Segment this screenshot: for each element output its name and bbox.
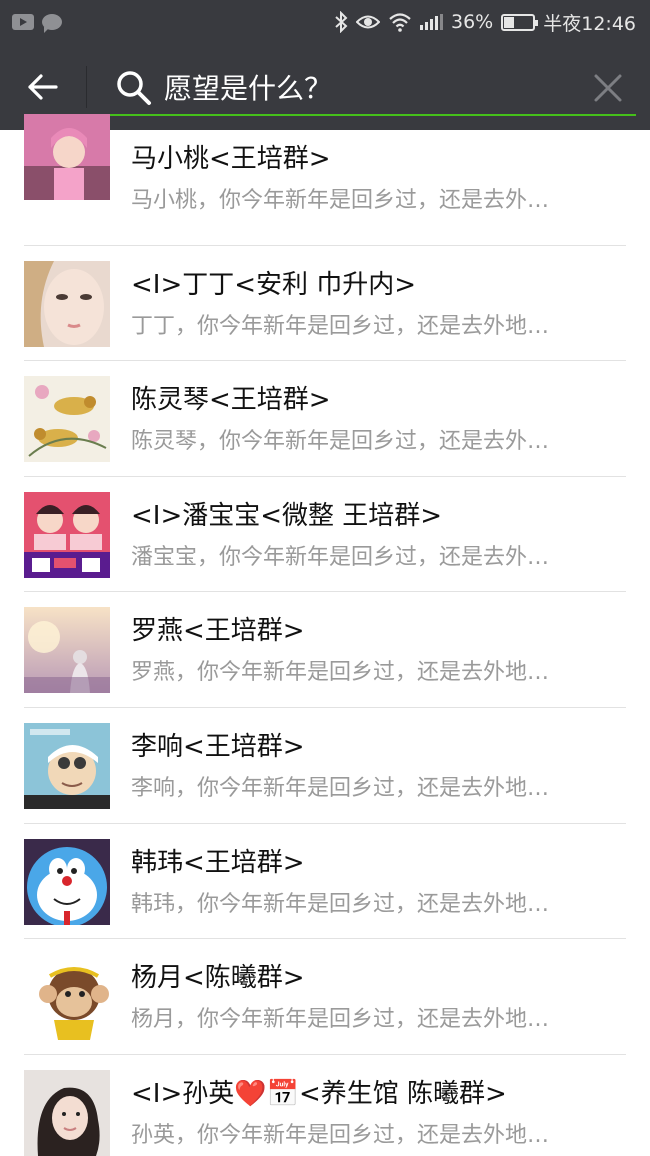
avatar-doraemon	[24, 838, 110, 925]
eye-comfort-icon	[356, 15, 380, 29]
avatar-woman-photo	[24, 1069, 110, 1156]
result-item[interactable]: <I>孙英❤️📅<养生馆 陈曦群> 孙英，你今年新年是回乡过，还是去外地…	[0, 1055, 650, 1156]
result-title: 陈灵琴<王培群>	[131, 385, 331, 416]
wifi-icon	[389, 13, 411, 32]
result-item[interactable]: 李响<王培群> 李响，你今年新年是回乡过，还是去外地…	[0, 708, 650, 824]
bluetooth-icon	[335, 11, 348, 33]
result-title: 马小桃<王培群>	[131, 144, 331, 174]
result-snippet: 罗燕，你今年新年是回乡过，还是去外地…	[131, 660, 550, 686]
clear-search-icon[interactable]	[592, 72, 624, 104]
result-item[interactable]: <I>潘宝宝<微整 王培群> 潘宝宝，你今年新年是回乡过，还是去外…	[0, 477, 650, 593]
avatar-micro-beauty-poster	[24, 491, 110, 578]
result-item[interactable]: 罗燕<王培群> 罗燕，你今年新年是回乡过，还是去外地…	[0, 592, 650, 708]
result-item[interactable]: 杨月<陈曦群> 杨月，你今年新年是回乡过，还是去外地…	[0, 939, 650, 1055]
result-item[interactable]: 陈灵琴<王培群> 陈灵琴，你今年新年是回乡过，还是去外…	[0, 361, 650, 477]
battery-percent: 36%	[451, 11, 494, 33]
avatar-girl-face	[24, 260, 110, 347]
avatar-monkey-cartoon	[24, 954, 110, 1041]
result-snippet: 李响，你今年新年是回乡过，还是去外地…	[131, 775, 550, 801]
chat-notification-icon	[42, 14, 62, 33]
header-divider	[86, 66, 87, 108]
result-item[interactable]: <I>丁丁<安利 巾升内> 丁丁，你今年新年是回乡过，还是去外地…	[0, 246, 650, 362]
result-snippet: 孙英，你今年新年是回乡过，还是去外地…	[131, 1122, 550, 1148]
battery-level	[504, 16, 515, 28]
avatar-swimmer-cartoon	[24, 722, 110, 809]
result-item[interactable]: 马小桃<王培群> 马小桃，你今年新年是回乡过，还是去外…	[0, 114, 650, 246]
status-indicators: 36% 半夜12:46	[334, 8, 636, 36]
result-title: 杨月<陈曦群>	[131, 963, 305, 994]
video-notification-icon	[12, 14, 34, 30]
result-title: 韩玮<王培群>	[131, 847, 305, 878]
signal-strength-icon	[420, 14, 443, 30]
arrow-left-icon	[28, 74, 58, 100]
result-snippet: 韩玮，你今年新年是回乡过，还是去外地…	[131, 891, 550, 917]
avatar-birds-painting	[24, 376, 110, 463]
back-button[interactable]	[18, 64, 68, 110]
result-snippet: 丁丁，你今年新年是回乡过，还是去外地…	[131, 313, 550, 339]
result-snippet: 潘宝宝，你今年新年是回乡过，还是去外…	[131, 544, 550, 570]
result-title: <I>潘宝宝<微整 王培群>	[131, 500, 443, 531]
search-input[interactable]	[164, 66, 574, 108]
result-title: <I>孙英❤️📅<养生馆 陈曦群>	[131, 1078, 507, 1109]
search-icon	[117, 71, 151, 105]
avatar-pink-girl	[24, 114, 110, 200]
result-title: 罗燕<王培群>	[131, 616, 305, 647]
clock: 半夜12:46	[543, 12, 636, 35]
result-snippet: 马小桃，你今年新年是回乡过，还是去外…	[131, 188, 550, 213]
notification-icons	[12, 11, 62, 33]
avatar-sunset-girl	[24, 607, 110, 694]
result-snippet: 陈灵琴，你今年新年是回乡过，还是去外…	[131, 429, 550, 455]
status-bar: 36% 半夜12:46	[0, 0, 650, 44]
result-title: 李响<王培群>	[131, 731, 305, 762]
search-box	[102, 60, 636, 116]
search-results-list: 马小桃<王培群> 马小桃，你今年新年是回乡过，还是去外… <I>丁丁<安利 巾升内>…	[0, 114, 650, 1156]
result-title: <I>丁丁<安利 巾升内>	[131, 269, 417, 300]
result-snippet: 杨月，你今年新年是回乡过，还是去外地…	[131, 1007, 550, 1033]
result-item[interactable]: 韩玮<王培群> 韩玮，你今年新年是回乡过，还是去外地…	[0, 824, 650, 940]
battery-icon	[501, 13, 539, 31]
